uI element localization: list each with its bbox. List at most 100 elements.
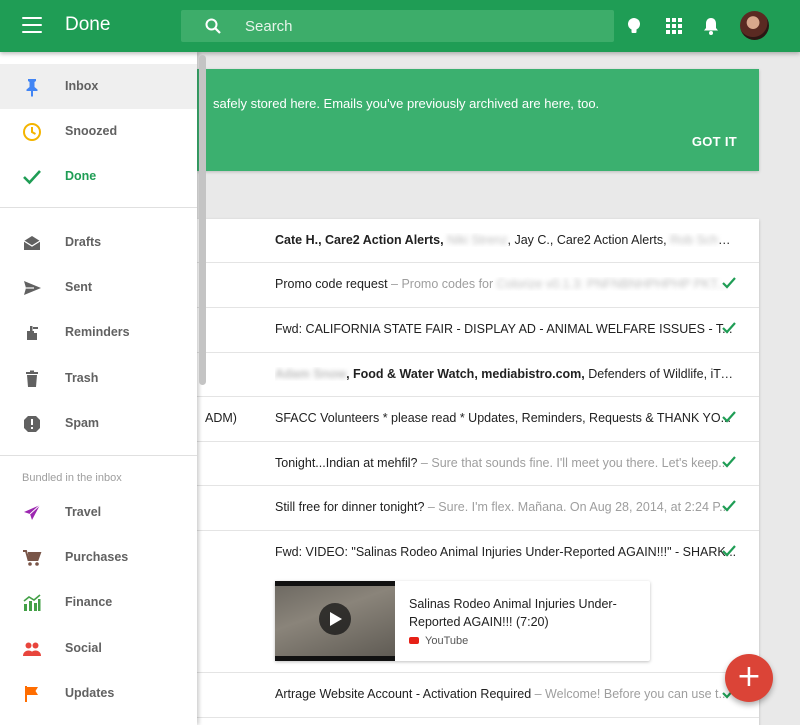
sidebar-scrollbar[interactable] [199, 55, 206, 385]
main-content: safely stored here. Emails you've previo… [197, 52, 800, 725]
finance-icon [23, 594, 41, 611]
list-item[interactable]: Cate H., Care2 Action Alerts, Niki Stren… [197, 219, 759, 263]
sidebar-item-label: Purchases [65, 550, 129, 564]
sidebar-item-sent[interactable]: Sent [0, 265, 197, 310]
divider [0, 455, 197, 456]
clock-icon [23, 123, 41, 141]
list-item[interactable]: ADM) SFACC Volunteers * please read * Up… [197, 397, 759, 442]
sidebar-item-finance[interactable]: Finance [0, 580, 197, 625]
blurred-sender: Rob Schultz [670, 233, 737, 247]
sidebar-item-label: Social [65, 641, 102, 655]
sidebar-item-purchases[interactable]: Purchases [0, 535, 197, 580]
email-subject: Tonight...Indian at mehfil? [275, 456, 418, 470]
video-title: Salinas Rodeo Animal Injuries Under-Repo… [409, 597, 617, 629]
email-subject: Still free for dinner tonight? [275, 500, 425, 514]
email-snippet: – Welcome! Before you can use t... [531, 687, 729, 701]
email-subject: Promo code request [275, 277, 388, 291]
email-subject: Artrage Website Account - Activation Req… [275, 687, 532, 701]
video-thumbnail [275, 581, 395, 661]
search-bar[interactable] [181, 10, 614, 42]
search-input[interactable] [245, 10, 605, 42]
done-check-icon[interactable] [721, 275, 737, 291]
video-source: YouTube [425, 635, 469, 647]
sidebar-item-label: Drafts [65, 235, 102, 249]
sidebar-item-travel[interactable]: Travel [0, 490, 197, 535]
sidebar-item-snoozed[interactable]: Snoozed [0, 109, 197, 154]
sidebar-item-drafts[interactable]: Drafts [0, 220, 197, 265]
done-check-icon[interactable] [721, 454, 737, 470]
list-item[interactable]: Tonight...Indian at mehfil? – Sure that … [197, 442, 759, 486]
got-it-button[interactable]: GOT IT [692, 134, 737, 149]
drafts-icon [23, 236, 41, 250]
sidebar-item-trash[interactable]: Trash [0, 356, 197, 401]
apps-grid-icon[interactable] [664, 16, 684, 36]
section-label: Bundled in the inbox [22, 472, 122, 484]
list-item[interactable]: Fwd: VIDEO: "Salinas Rodeo Animal Injuri… [197, 531, 759, 673]
banner-text: safely stored here. Emails you've previo… [213, 96, 600, 111]
bell-icon[interactable] [701, 16, 721, 36]
email-subject: Fwd: CALIFORNIA STATE FAIR - DISPLAY AD … [275, 322, 733, 336]
email-senders: Cate H., Care2 Action Alerts, [275, 233, 444, 247]
page-title: Done [65, 14, 111, 35]
sidebar-item-label: Sent [65, 280, 93, 294]
blurred-snippet: Colorize v0.1.3: PNFNBNHPHPHP PKT... [496, 277, 728, 291]
list-item[interactable]: Fwd: CALIFORNIA STATE FAIR - DISPLAY AD … [197, 308, 759, 353]
email-subject: Fwd: VIDEO: "Salinas Rodeo Animal Injuri… [275, 545, 737, 559]
email-snippet: – Sure. I'm flex. Mañana. On Aug 28, 201… [424, 500, 730, 514]
email-snippet: – Promo codes for [387, 277, 494, 291]
check-icon [23, 170, 41, 185]
email-subject: SFACC Volunteers * please read * Updates… [275, 411, 732, 425]
divider [0, 207, 197, 208]
list-item[interactable]: Promo code request – Promo codes for Col… [197, 263, 759, 308]
list-item[interactable]: Artrage Website Account - Activation Req… [197, 673, 759, 718]
done-check-icon[interactable] [721, 498, 737, 514]
plus-icon: + [736, 659, 762, 694]
sidebar-item-label: Finance [65, 595, 113, 609]
lightbulb-icon[interactable] [624, 16, 644, 36]
sidebar-item-updates[interactable]: Updates [0, 671, 197, 716]
video-attachment-card[interactable]: Salinas Rodeo Animal Injuries Under-Repo… [275, 581, 650, 661]
spam-icon [24, 416, 40, 432]
truncated-label: ADM) [205, 411, 237, 425]
info-banner: safely stored here. Emails you've previo… [197, 69, 759, 171]
reminder-icon [27, 326, 38, 340]
top-app-bar: Done [0, 0, 800, 52]
sidebar-item-label: Spam [65, 416, 100, 430]
play-icon[interactable] [319, 603, 351, 635]
email-snippet: – Sure that sounds fine. I'll meet you t… [417, 456, 729, 470]
nav-drawer: Inbox Snoozed Done Drafts Sent Reminders… [0, 52, 197, 725]
sidebar-item-label: Trash [65, 371, 99, 385]
sidebar-item-spam[interactable]: Spam [0, 401, 197, 446]
menu-icon[interactable] [22, 17, 42, 33]
email-senders-rest: , Jay C., Care2 Action Alerts, [507, 233, 667, 247]
people-icon [23, 642, 41, 656]
search-icon [205, 18, 221, 34]
flag-icon [25, 686, 38, 702]
email-senders-rest: Defenders of Wildlife, iTune... [584, 367, 737, 381]
sidebar-item-done[interactable]: Done [0, 154, 197, 199]
done-check-icon[interactable] [721, 409, 737, 425]
trash-icon [26, 370, 38, 387]
email-senders: , Food & Water Watch, mediabistro.com, [346, 367, 585, 381]
sidebar-item-label: Travel [65, 505, 102, 519]
blurred-sender: Adam Snow [275, 367, 347, 381]
done-check-icon[interactable] [721, 543, 737, 559]
sidebar-item-inbox[interactable]: Inbox [0, 64, 197, 109]
list-item[interactable]: Adam Snow, Food & Water Watch, mediabist… [197, 353, 759, 397]
send-icon [24, 281, 41, 295]
sidebar-item-social[interactable]: Social [0, 626, 197, 671]
sidebar-item-label: Done [65, 169, 97, 183]
sidebar-item-label: Snoozed [65, 124, 118, 138]
list-item[interactable]: Still free for dinner tonight? – Sure. I… [197, 486, 759, 531]
compose-button[interactable]: + [725, 654, 773, 702]
email-list: Cate H., Care2 Action Alerts, Niki Stren… [197, 219, 759, 725]
sidebar-item-reminders[interactable]: Reminders [0, 310, 197, 355]
youtube-icon [409, 637, 419, 644]
blurred-sender: Niki Strenz [447, 233, 508, 247]
pin-icon [26, 79, 38, 97]
plane-icon [24, 504, 41, 520]
done-check-icon[interactable] [721, 320, 737, 336]
cart-icon [23, 550, 42, 566]
avatar[interactable] [740, 11, 769, 40]
sidebar-item-label: Updates [65, 686, 115, 700]
